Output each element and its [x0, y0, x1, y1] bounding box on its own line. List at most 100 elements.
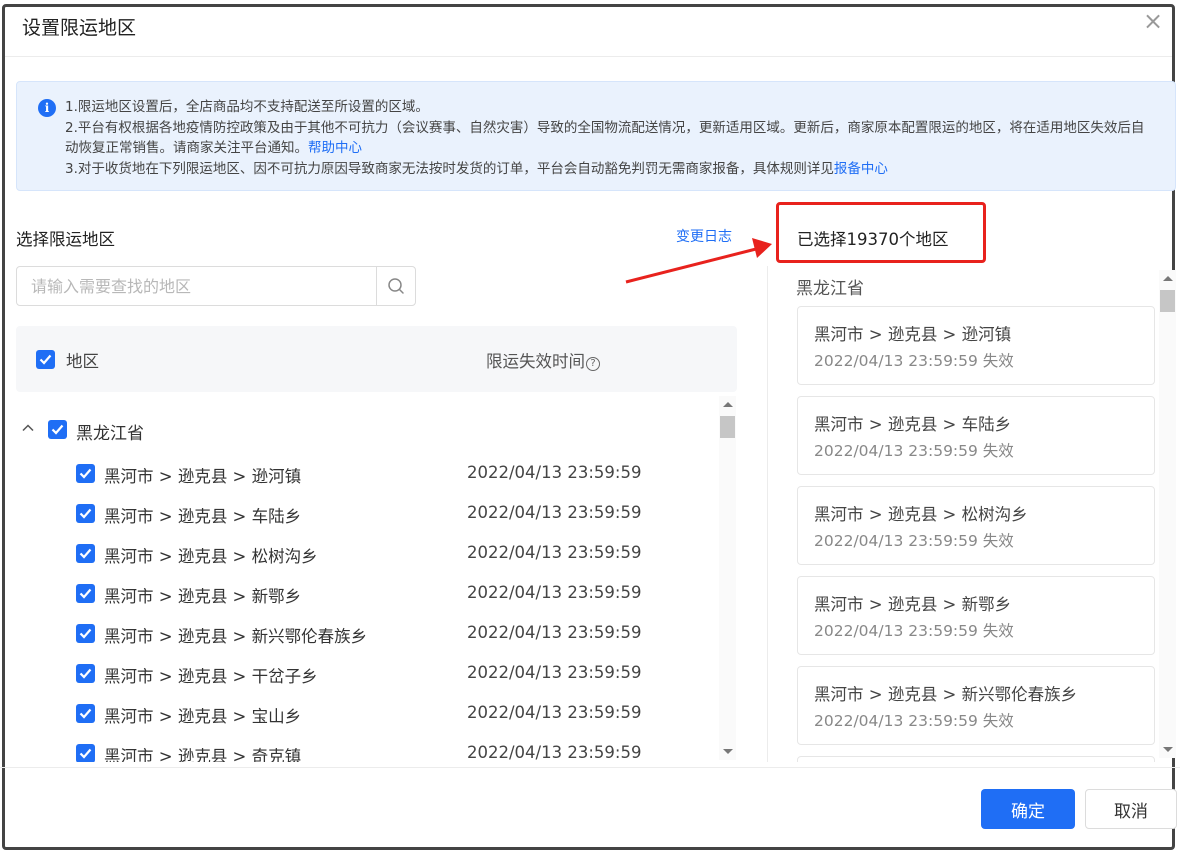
check-icon	[79, 708, 92, 719]
footer-divider	[0, 767, 1180, 768]
selected-card[interactable]: 黑河市 > 逊克县 > 新兴鄂伦春族乡 2022/04/13 23:59:59 …	[797, 666, 1155, 745]
dialog-title: 设置限运地区	[22, 17, 137, 39]
notice-line-2: 2.平台有权根据各地疫情防控政策及由于其他不可抗力（会议赛事、自然灾害）导致的全…	[65, 118, 1155, 159]
check-icon	[79, 748, 92, 759]
card-expiry: 2022/04/13 23:59:59 失效	[814, 352, 1014, 370]
table-header: 地区 限运失效时间?	[16, 326, 737, 392]
notice-line-2-text: 2.平台有权根据各地疫情防控政策及由于其他不可抗力（会议赛事、自然灾害）导致的全…	[65, 119, 1145, 157]
card-region: 黑河市 > 逊克县 > 松树沟乡	[814, 505, 1028, 524]
row-region: 黑河市 > 逊克县 > 逊河镇	[104, 467, 302, 486]
selected-card[interactable]: 黑河市 > 逊克县 > 车陆乡 2022/04/13 23:59:59 失效	[797, 396, 1155, 475]
row-checkbox[interactable]	[76, 624, 95, 643]
list-item[interactable]: 黑河市 > 逊克县 > 干岔子乡 2022/04/13 23:59:59	[16, 654, 716, 690]
column-header-region: 地区	[66, 352, 99, 371]
right-scrollbar-thumb[interactable]	[1160, 290, 1175, 312]
notice-text: 1.限运地区设置后，全店商品均不支持配送至所设置的区域。 2.平台有权根据各地疫…	[65, 97, 1155, 179]
close-icon[interactable]: ×	[1142, 9, 1164, 33]
row-region: 黑河市 > 逊克县 > 奇克镇	[104, 747, 302, 762]
card-expiry: 2022/04/13 23:59:59 失效	[814, 532, 1014, 550]
check-icon	[79, 588, 92, 599]
search-box	[16, 266, 416, 306]
card-expiry: 2022/04/13 23:59:59 失效	[814, 622, 1014, 640]
select-all-checkbox[interactable]	[36, 350, 55, 369]
scroll-up-arrow-icon[interactable]	[723, 402, 733, 407]
column-header-time: 限运失效时间?	[486, 348, 600, 372]
notice-line-1: 1.限运地区设置后，全店商品均不支持配送至所设置的区域。	[65, 99, 429, 115]
left-scrollbar-thumb[interactable]	[720, 416, 735, 438]
column-header-time-label: 限运失效时间	[486, 352, 585, 371]
check-icon	[39, 354, 52, 365]
card-region: 黑河市 > 逊克县 > 车陆乡	[814, 415, 1012, 434]
check-icon	[79, 468, 92, 479]
row-region: 黑河市 > 逊克县 > 干岔子乡	[104, 667, 318, 686]
region-list: 黑龙江省 黑河市 > 逊克县 > 逊河镇 2022/04/13 23:59:59…	[16, 392, 737, 762]
row-region: 黑河市 > 逊克县 > 车陆乡	[104, 507, 302, 526]
row-checkbox[interactable]	[76, 504, 95, 523]
row-checkbox[interactable]	[76, 664, 95, 683]
row-time: 2022/04/13 23:59:59	[467, 703, 642, 722]
list-item[interactable]: 黑河市 > 逊克县 > 车陆乡 2022/04/13 23:59:59	[16, 494, 716, 530]
row-region: 黑河市 > 逊克县 > 新兴鄂伦春族乡	[104, 627, 368, 646]
row-time: 2022/04/13 23:59:59	[467, 743, 642, 762]
row-time: 2022/04/13 23:59:59	[467, 663, 642, 682]
check-icon	[79, 628, 92, 639]
row-checkbox[interactable]	[76, 464, 95, 483]
card-region: 黑河市 > 逊克县 > 逊河镇	[814, 325, 1012, 344]
check-icon	[79, 508, 92, 519]
selected-province-label: 黑龙江省	[796, 279, 864, 299]
check-icon	[51, 424, 64, 435]
row-time: 2022/04/13 23:59:59	[467, 463, 642, 482]
selected-card-partial[interactable]	[797, 756, 1155, 762]
row-time: 2022/04/13 23:59:59	[467, 543, 642, 562]
row-time: 2022/04/13 23:59:59	[467, 503, 642, 522]
list-item[interactable]: 黑河市 > 逊克县 > 新鄂乡 2022/04/13 23:59:59	[16, 574, 716, 610]
selected-list: 黑龙江省 黑河市 > 逊克县 > 逊河镇 2022/04/13 23:59:59…	[776, 266, 1176, 762]
card-expiry: 2022/04/13 23:59:59 失效	[814, 442, 1014, 460]
selected-card[interactable]: 黑河市 > 逊克县 > 逊河镇 2022/04/13 23:59:59 失效	[797, 306, 1155, 385]
report-center-link[interactable]: 报备中心	[834, 161, 888, 177]
card-expiry: 2022/04/13 23:59:59 失效	[814, 712, 1014, 730]
notice-line-3: 3.对于收货地在下列限运地区、因不可抗力原因导致商家无法按时发货的订单，平台会自…	[65, 159, 1155, 180]
list-item[interactable]: 黑河市 > 逊克县 > 松树沟乡 2022/04/13 23:59:59	[16, 534, 716, 570]
scroll-down-arrow-icon[interactable]	[1163, 747, 1173, 752]
help-center-link[interactable]: 帮助中心	[308, 140, 362, 156]
row-region: 黑河市 > 逊克县 > 松树沟乡	[104, 547, 318, 566]
province-row[interactable]: 黑龙江省	[16, 412, 716, 448]
left-scrollbar[interactable]	[719, 396, 736, 760]
help-icon[interactable]: ?	[586, 357, 600, 371]
row-region: 黑河市 > 逊克县 > 宝山乡	[104, 707, 302, 726]
card-region: 黑河市 > 逊克县 > 新鄂乡	[814, 595, 1012, 614]
list-item[interactable]: 黑河市 > 逊克县 > 逊河镇 2022/04/13 23:59:59	[16, 454, 716, 490]
row-checkbox[interactable]	[76, 544, 95, 563]
card-region: 黑河市 > 逊克县 > 新兴鄂伦春族乡	[814, 685, 1078, 704]
cancel-button[interactable]: 取消	[1085, 789, 1177, 829]
selected-card[interactable]: 黑河市 > 逊克县 > 新鄂乡 2022/04/13 23:59:59 失效	[797, 576, 1155, 655]
search-input[interactable]	[17, 267, 375, 305]
row-checkbox[interactable]	[76, 744, 95, 762]
selected-card[interactable]: 黑河市 > 逊克县 > 松树沟乡 2022/04/13 23:59:59 失效	[797, 486, 1155, 565]
row-time: 2022/04/13 23:59:59	[467, 623, 642, 642]
check-icon	[79, 668, 92, 679]
scroll-up-arrow-icon[interactable]	[1163, 276, 1173, 281]
province-checkbox[interactable]	[48, 420, 67, 439]
chevron-up-icon[interactable]	[20, 420, 36, 436]
confirm-button[interactable]: 确定	[981, 789, 1075, 829]
title-divider	[5, 56, 1172, 57]
list-item[interactable]: 黑河市 > 逊克县 > 新兴鄂伦春族乡 2022/04/13 23:59:59	[16, 614, 716, 650]
row-checkbox[interactable]	[76, 584, 95, 603]
search-button[interactable]	[376, 267, 415, 305]
list-item[interactable]: 黑河市 > 逊克县 > 奇克镇 2022/04/13 23:59:59	[16, 734, 716, 762]
row-time: 2022/04/13 23:59:59	[467, 583, 642, 602]
info-icon: i	[38, 99, 56, 117]
province-label: 黑龙江省	[76, 424, 144, 444]
section-title: 选择限运地区	[16, 230, 115, 249]
right-scrollbar[interactable]	[1159, 270, 1176, 758]
check-icon	[79, 548, 92, 559]
search-icon	[388, 278, 404, 294]
scroll-down-arrow-icon[interactable]	[723, 749, 733, 754]
row-checkbox[interactable]	[76, 704, 95, 723]
row-region: 黑河市 > 逊克县 > 新鄂乡	[104, 587, 302, 606]
annotation-arrow	[625, 238, 772, 284]
notice-banner: i 1.限运地区设置后，全店商品均不支持配送至所设置的区域。 2.平台有权根据各…	[16, 81, 1176, 191]
list-item[interactable]: 黑河市 > 逊克县 > 宝山乡 2022/04/13 23:59:59	[16, 694, 716, 730]
